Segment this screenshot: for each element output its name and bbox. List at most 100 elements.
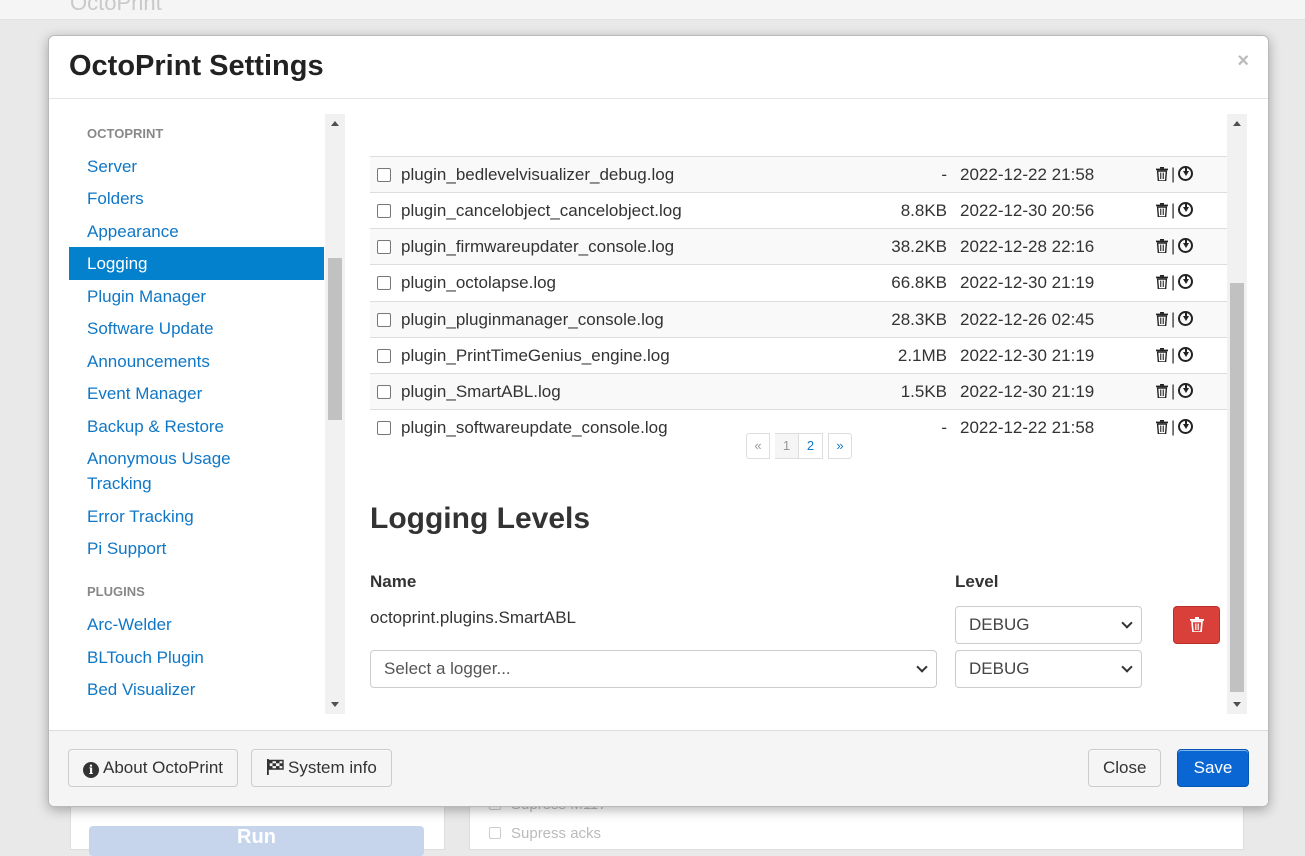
- log-select-checkbox[interactable]: [377, 204, 391, 218]
- log-actions: |: [1156, 164, 1194, 184]
- log-file-size: 66.8KB: [891, 273, 947, 292]
- info-icon: i: [83, 762, 99, 778]
- log-file-row: plugin_cancelobject_cancelobject.log 8.8K…: [370, 192, 1227, 228]
- trash-icon[interactable]: [1156, 167, 1168, 181]
- log-file-size: 1.5KB: [900, 382, 947, 401]
- download-icon[interactable]: [1178, 347, 1194, 362]
- scroll-up-icon[interactable]: [1233, 121, 1241, 126]
- log-select-checkbox[interactable]: [377, 240, 391, 254]
- log-file-row: plugin_octolapse.log 66.8KB 2022-12-30 21:…: [370, 264, 1227, 300]
- delete-logger-button[interactable]: [1173, 606, 1220, 644]
- download-icon[interactable]: [1178, 166, 1194, 181]
- sidebar-item-anonymous-usage-tracking[interactable]: Tracking: [69, 471, 324, 496]
- about-octoprint-button[interactable]: i About OctoPrint: [68, 749, 239, 787]
- close-icon[interactable]: ×: [1237, 50, 1249, 73]
- logger-select[interactable]: Select a logger...: [370, 650, 937, 688]
- log-file-date: 2022-12-22 21:58: [960, 165, 1095, 184]
- sidebar-item-backup-restore[interactable]: Backup & Restore: [69, 414, 324, 439]
- log-file-name: plugin_PrintTimeGenius_engine.log: [401, 346, 670, 365]
- download-icon[interactable]: [1178, 238, 1194, 253]
- log-file-size: 8.8KB: [900, 201, 947, 220]
- sidebar-item-arc-welder[interactable]: Arc-Welder: [69, 612, 324, 637]
- download-icon[interactable]: [1178, 311, 1194, 326]
- log-file-date: 2022-12-30 21:19: [960, 273, 1095, 292]
- download-icon[interactable]: [1178, 202, 1194, 217]
- column-header-name: Name: [370, 572, 417, 591]
- download-icon[interactable]: [1178, 274, 1194, 289]
- log-file-name: plugin_SmartABL.log: [401, 382, 561, 401]
- sidebar-item-bltouch[interactable]: BLTouch Plugin: [69, 645, 324, 670]
- chevron-down-icon: [1121, 617, 1133, 629]
- trash-icon[interactable]: [1156, 348, 1168, 362]
- action-separator: |: [1171, 238, 1176, 255]
- background-run-button: Run: [89, 826, 424, 856]
- sidebar-item-plugin-manager[interactable]: Plugin Manager: [69, 284, 324, 309]
- action-separator: |: [1171, 166, 1176, 183]
- download-icon[interactable]: [1178, 419, 1194, 434]
- pagination-page-1[interactable]: 1: [775, 433, 799, 459]
- log-select-checkbox[interactable]: [377, 385, 391, 399]
- scroll-down-icon[interactable]: [1233, 702, 1241, 707]
- log-file-name: plugin_softwareupdate_console.log: [401, 418, 668, 437]
- scroll-down-icon[interactable]: [331, 702, 339, 707]
- logger-level-select[interactable]: DEBUG: [955, 606, 1142, 644]
- action-separator: |: [1171, 311, 1176, 328]
- system-info-button[interactable]: System info: [251, 749, 392, 787]
- log-select-checkbox[interactable]: [377, 168, 391, 182]
- close-button[interactable]: Close: [1088, 749, 1162, 787]
- pagination-page-2[interactable]: 2: [799, 433, 823, 459]
- content-scrollbar[interactable]: [1227, 114, 1247, 714]
- background-brand: OctoPrint: [70, 0, 162, 15]
- log-select-checkbox[interactable]: [377, 349, 391, 363]
- log-actions: |: [1156, 381, 1194, 401]
- pagination-next[interactable]: »: [828, 433, 852, 459]
- action-separator: |: [1171, 419, 1176, 436]
- log-file-name: plugin_octolapse.log: [401, 273, 557, 292]
- sidebar-item-server[interactable]: Server: [69, 154, 324, 179]
- chevron-down-icon: [916, 661, 928, 673]
- log-file-size: 28.3KB: [891, 310, 947, 329]
- sidebar-item-software-update[interactable]: Software Update: [69, 316, 324, 341]
- trash-icon[interactable]: [1156, 203, 1168, 217]
- log-select-checkbox[interactable]: [377, 313, 391, 327]
- content-scroll-thumb[interactable]: [1230, 283, 1244, 692]
- new-logger-level-select[interactable]: DEBUG: [955, 650, 1142, 688]
- trash-icon[interactable]: [1156, 384, 1168, 398]
- trash-icon: [1190, 617, 1204, 632]
- action-separator: |: [1171, 274, 1176, 291]
- log-file-name: plugin_cancelobject_cancelobject.log: [401, 201, 682, 220]
- sidebar-item-anonymous-usage[interactable]: Anonymous Usage: [69, 446, 324, 471]
- sidebar-item-pi-support[interactable]: Pi Support: [69, 536, 324, 561]
- sidebar-scrollbar[interactable]: [325, 114, 345, 714]
- pagination-prev[interactable]: «: [746, 433, 770, 459]
- sidebar-item-logging[interactable]: Logging: [69, 247, 324, 280]
- save-button[interactable]: Save: [1177, 749, 1249, 787]
- log-file-row: plugin_bedlevelvisualizer_debug.log -2022…: [370, 156, 1227, 192]
- chevron-down-icon: [1121, 661, 1133, 673]
- trash-icon[interactable]: [1156, 420, 1168, 434]
- sidebar-item-announcements[interactable]: Announcements: [69, 349, 324, 374]
- log-select-checkbox[interactable]: [377, 421, 391, 435]
- scroll-up-icon[interactable]: [331, 121, 339, 126]
- sidebar-section-plugins: PLUGINS: [87, 584, 145, 599]
- log-file-date: 2022-12-28 22:16: [960, 237, 1095, 256]
- sidebar-item-error-tracking[interactable]: Error Tracking: [69, 504, 324, 529]
- log-file-row: plugin_pluginmanager_console.log 28.3KB 20…: [370, 301, 1227, 337]
- log-file-row: plugin_PrintTimeGenius_engine.log 2.1MB 20…: [370, 337, 1227, 373]
- trash-icon[interactable]: [1156, 275, 1168, 289]
- sidebar-item-appearance[interactable]: Appearance: [69, 219, 324, 244]
- log-actions: |: [1156, 200, 1194, 220]
- sidebar-item-event-manager[interactable]: Event Manager: [69, 381, 324, 406]
- sidebar-item-bed-visualizer[interactable]: Bed Visualizer: [69, 677, 324, 702]
- sidebar-item-folders[interactable]: Folders: [69, 186, 324, 211]
- log-select-checkbox[interactable]: [377, 276, 391, 290]
- download-icon[interactable]: [1178, 383, 1194, 398]
- trash-icon[interactable]: [1156, 239, 1168, 253]
- log-file-name: plugin_firmwareupdater_console.log: [401, 237, 675, 256]
- modal-footer: i About OctoPrint System info Close Save: [49, 730, 1268, 806]
- log-file-row: plugin_SmartABL.log 1.5KB 2022-12-30 21:19…: [370, 373, 1227, 409]
- trash-icon[interactable]: [1156, 312, 1168, 326]
- background-navbar: OctoPrint: [0, 0, 1305, 20]
- log-file-date: 2022-12-26 02:45: [960, 310, 1095, 329]
- sidebar-scroll-thumb[interactable]: [328, 258, 342, 420]
